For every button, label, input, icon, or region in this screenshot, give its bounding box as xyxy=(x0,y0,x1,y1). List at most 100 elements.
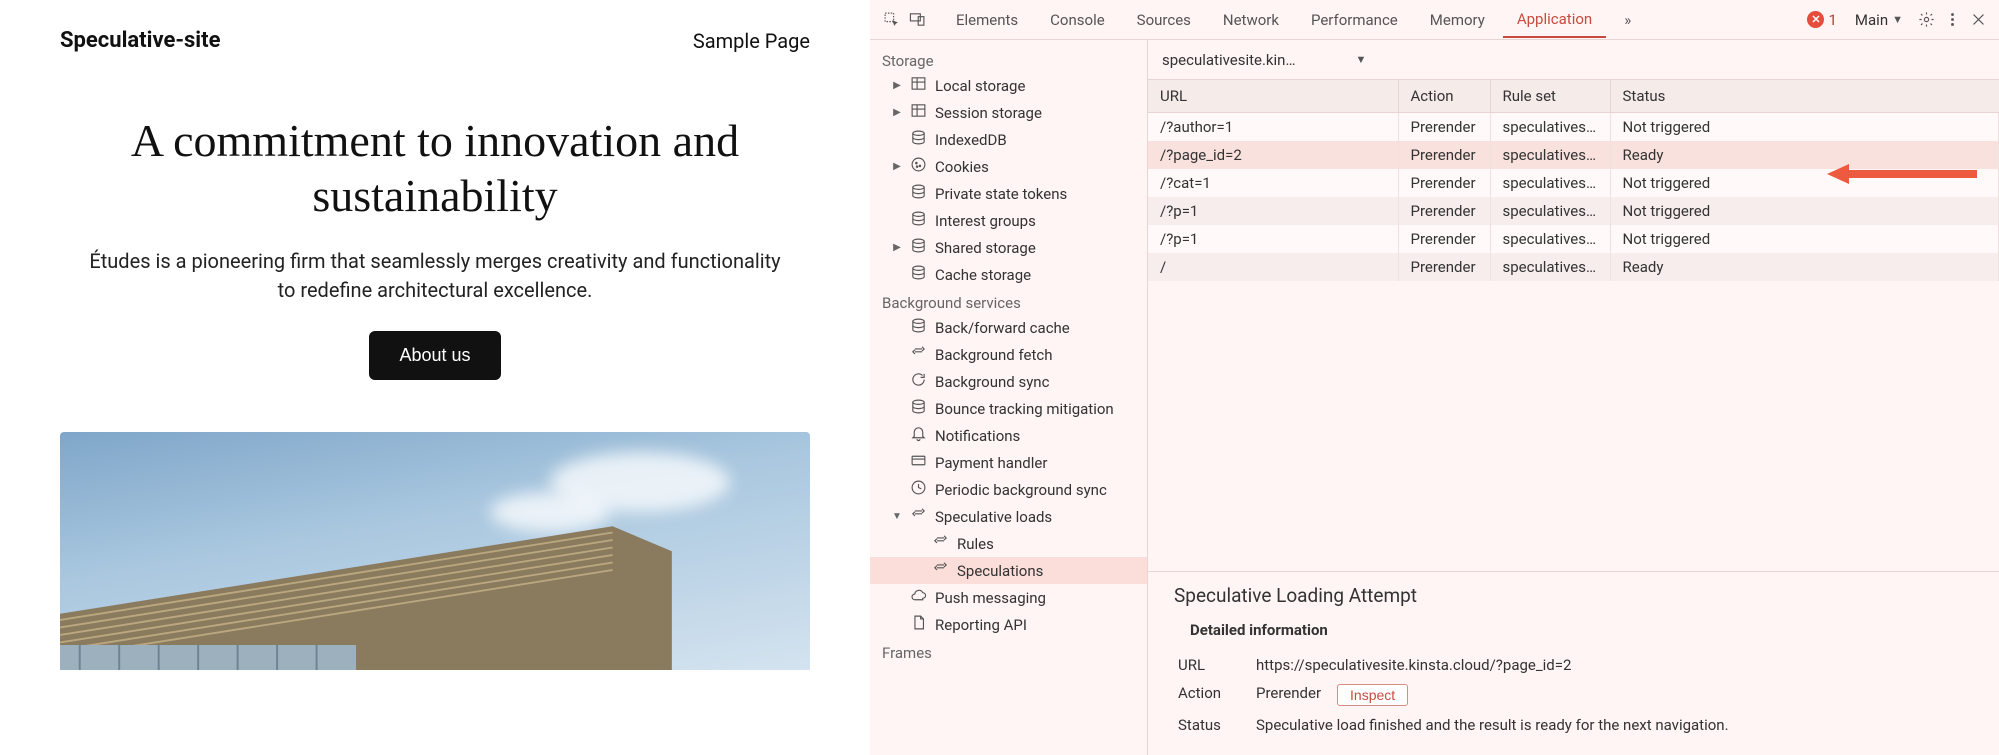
nav-link-sample-page[interactable]: Sample Page xyxy=(693,29,810,53)
more-icon[interactable] xyxy=(1941,9,1963,31)
sidebar-item-notifications[interactable]: ▶Notifications xyxy=(870,422,1147,449)
sidebar-item-label: Session storage xyxy=(935,104,1042,122)
cell-status: Not triggered xyxy=(1610,197,1999,225)
disclosure-triangle-icon[interactable]: ▶ xyxy=(892,242,902,253)
tab-network[interactable]: Network xyxy=(1209,3,1293,37)
sidebar-item-session-storage[interactable]: ▶ Session storage xyxy=(870,99,1147,126)
sidebar-item-speculations[interactable]: ▶Speculations xyxy=(870,557,1147,584)
sidebar-item-back-forward-cache[interactable]: ▶Back/forward cache xyxy=(870,314,1147,341)
close-icon[interactable] xyxy=(1967,9,1989,31)
disclosure-triangle-icon[interactable]: ▶ xyxy=(892,161,902,172)
sidebar-item-label: Background sync xyxy=(935,373,1049,391)
column-header-action[interactable]: Action xyxy=(1398,80,1490,113)
disclosure-triangle-icon[interactable]: ▶ xyxy=(892,80,902,91)
sidebar-item-bounce-tracking-mitigation[interactable]: ▶Bounce tracking mitigation xyxy=(870,395,1147,422)
sidebar-item-interest-groups[interactable]: ▶Interest groups xyxy=(870,207,1147,234)
table-row[interactable]: /Prerenderspeculativesite…Ready xyxy=(1148,253,1999,281)
inspect-button[interactable]: Inspect xyxy=(1337,684,1408,706)
cell-ruleset: speculativesite… xyxy=(1490,141,1610,169)
sidebar-item-label: Speculations xyxy=(957,562,1043,580)
tab-application[interactable]: Application xyxy=(1503,2,1606,38)
table-row[interactable]: /?p=1Prerenderspeculativesite…Not trigge… xyxy=(1148,197,1999,225)
sidebar-item-background-fetch[interactable]: ▶Background fetch xyxy=(870,341,1147,368)
tab-performance[interactable]: Performance xyxy=(1297,3,1412,37)
sidebar-item-label: Rules xyxy=(957,535,994,553)
detail-title: Speculative Loading Attempt xyxy=(1174,584,1973,607)
sidebar-item-label: Private state tokens xyxy=(935,185,1067,203)
cell-action: Prerender xyxy=(1398,197,1490,225)
sidebar-item-reporting-api[interactable]: ▶Reporting API xyxy=(870,611,1147,638)
ruleset-source-select[interactable]: speculativesite.kin… ▼ xyxy=(1162,51,1366,69)
detail-url-label: URL xyxy=(1178,656,1240,674)
sidebar-item-rules[interactable]: ▶Rules xyxy=(870,530,1147,557)
sidebar-item-indexeddb[interactable]: ▶IndexedDB xyxy=(870,126,1147,153)
sidebar-item-push-messaging[interactable]: ▶Push messaging xyxy=(870,584,1147,611)
cell-ruleset: speculativesite… xyxy=(1490,225,1610,253)
ruleset-source-bar: speculativesite.kin… ▼ xyxy=(1148,40,1999,80)
sidebar-item-label: Payment handler xyxy=(935,454,1047,472)
sync-icon xyxy=(910,371,927,392)
table-icon xyxy=(910,102,927,123)
inspect-element-icon[interactable] xyxy=(880,9,902,31)
sidebar-item-label: Push messaging xyxy=(935,589,1046,607)
db-icon xyxy=(910,210,927,231)
detail-status-value: Speculative load finished and the result… xyxy=(1256,716,1729,734)
cell-action: Prerender xyxy=(1398,113,1490,142)
clock-icon xyxy=(910,479,927,500)
table-row[interactable]: /?p=1Prerenderspeculativesite…Not trigge… xyxy=(1148,225,1999,253)
db-icon xyxy=(910,264,927,285)
arrows-icon xyxy=(932,560,949,581)
sidebar-item-label: Interest groups xyxy=(935,212,1036,230)
cell-action: Prerender xyxy=(1398,141,1490,169)
column-header-status[interactable]: Status xyxy=(1610,80,1999,113)
cell-action: Prerender xyxy=(1398,225,1490,253)
devtools-tabbar: Elements Console Sources Network Perform… xyxy=(870,0,1999,40)
db-icon xyxy=(910,129,927,150)
tab-elements[interactable]: Elements xyxy=(942,3,1032,37)
tab-memory[interactable]: Memory xyxy=(1416,3,1499,37)
sidebar-item-payment-handler[interactable]: ▶Payment handler xyxy=(870,449,1147,476)
sidebar-section-background-services: Background services xyxy=(870,288,1147,314)
sidebar-item-background-sync[interactable]: ▶Background sync xyxy=(870,368,1147,395)
sidebar-item-cookies[interactable]: ▶Cookies xyxy=(870,153,1147,180)
tab-overflow[interactable]: » xyxy=(1610,3,1645,37)
table-row[interactable]: /?author=1Prerenderspeculativesite…Not t… xyxy=(1148,113,1999,142)
db-icon xyxy=(910,183,927,204)
sidebar-item-local-storage[interactable]: ▶Local storage xyxy=(870,72,1147,99)
detail-status-label: Status xyxy=(1178,716,1240,734)
arrows-icon xyxy=(932,533,949,554)
settings-icon[interactable] xyxy=(1915,9,1937,31)
cell-action: Prerender xyxy=(1398,169,1490,197)
sidebar-item-label: Back/forward cache xyxy=(935,319,1070,337)
column-header-url[interactable]: URL xyxy=(1148,80,1398,113)
sidebar-item-periodic-background-sync[interactable]: ▶Periodic background sync xyxy=(870,476,1147,503)
card-icon xyxy=(910,452,927,473)
cell-ruleset: speculativesite… xyxy=(1490,169,1610,197)
disclosure-triangle-icon[interactable]: ▶ xyxy=(892,107,902,118)
sidebar-item-cache-storage[interactable]: ▶Cache storage xyxy=(870,261,1147,288)
db-icon xyxy=(910,237,927,258)
sidebar-item-shared-storage[interactable]: ▶Shared storage xyxy=(870,234,1147,261)
sidebar-item-label: Cache storage xyxy=(935,266,1031,284)
sidebar-item-private-state-tokens[interactable]: ▶Private state tokens xyxy=(870,180,1147,207)
error-count-badge[interactable]: ✕ 1 xyxy=(1801,11,1842,29)
target-selector[interactable]: Main ▼ xyxy=(1847,11,1911,29)
detail-action-label: Action xyxy=(1178,684,1240,706)
device-toolbar-icon[interactable] xyxy=(906,9,928,31)
cell-status: Not triggered xyxy=(1610,225,1999,253)
arrows-icon xyxy=(910,344,927,365)
cell-url: /?page_id=2 xyxy=(1148,141,1398,169)
cell-ruleset: speculativesite… xyxy=(1490,253,1610,281)
bell-icon xyxy=(910,425,927,446)
tab-sources[interactable]: Sources xyxy=(1123,3,1205,37)
sidebar-item-speculative-loads[interactable]: ▼Speculative loads xyxy=(870,503,1147,530)
arrows-icon xyxy=(910,506,927,527)
tab-console[interactable]: Console xyxy=(1036,3,1119,37)
application-sidebar: Storage ▶Local storage▶Session storage▶I… xyxy=(870,40,1148,755)
cell-ruleset: speculativesite… xyxy=(1490,197,1610,225)
disclosure-triangle-icon[interactable]: ▼ xyxy=(892,511,902,522)
column-header-ruleset[interactable]: Rule set xyxy=(1490,80,1610,113)
sidebar-item-label: Reporting API xyxy=(935,616,1027,634)
cell-status: Not triggered xyxy=(1610,113,1999,142)
about-us-button[interactable]: About us xyxy=(369,331,500,380)
